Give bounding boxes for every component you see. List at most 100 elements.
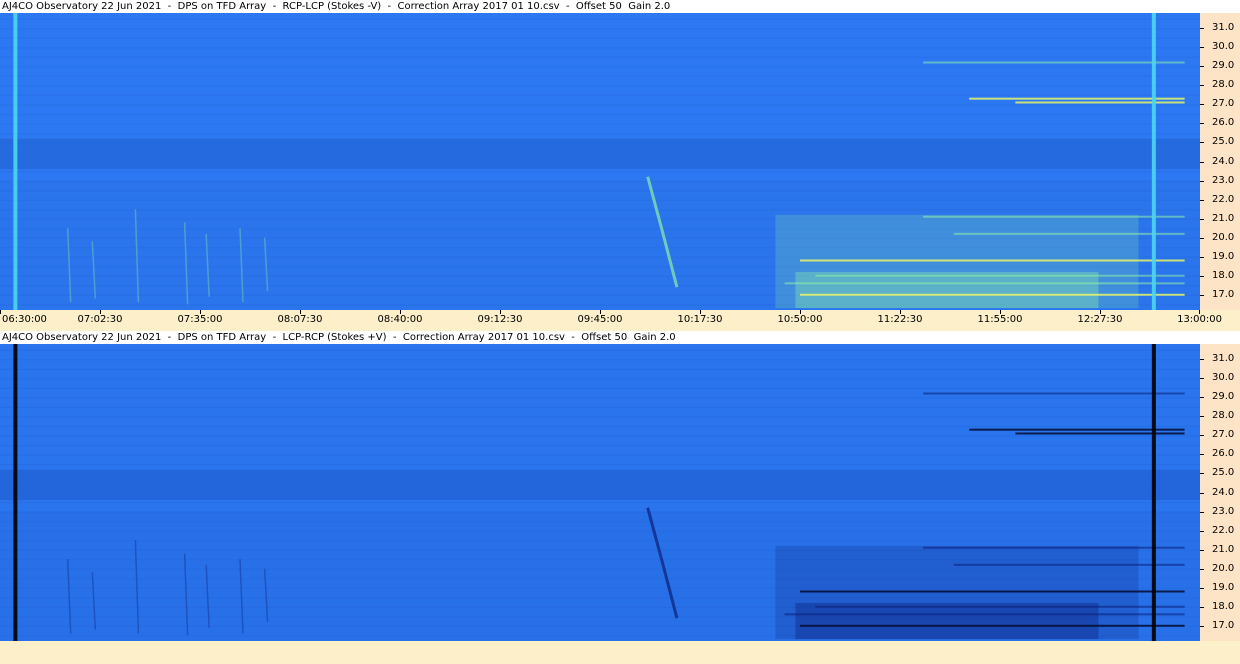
time-tick-label: 06:30:00 xyxy=(2,314,47,325)
frequency-tick-label: 23.0 xyxy=(1212,505,1235,517)
narrowband-line xyxy=(800,259,1185,262)
background-stripe xyxy=(0,463,1200,466)
top-spectrogram-svg xyxy=(0,13,1200,310)
frequency-tick-label: 26.0 xyxy=(1212,448,1235,460)
narrowband-line xyxy=(923,61,1185,64)
frequency-tick xyxy=(1200,199,1204,201)
background-stripe xyxy=(0,113,1200,116)
background-stripe xyxy=(0,425,1200,428)
frequency-tick xyxy=(1200,47,1204,49)
quiet-band xyxy=(0,138,1200,170)
background-stripe xyxy=(0,359,1200,361)
time-tick-label: 08:07:30 xyxy=(277,314,323,325)
vertical-interference-line xyxy=(1151,344,1156,641)
frequency-tick-label: 22.0 xyxy=(1212,524,1235,536)
vertical-interference-line xyxy=(1151,13,1156,310)
frequency-tick xyxy=(1200,275,1204,277)
frequency-tick xyxy=(1200,28,1204,30)
frequency-tick xyxy=(1200,161,1204,163)
narrowband-line xyxy=(953,563,1185,566)
frequency-tick-label: 21.0 xyxy=(1212,543,1235,555)
frequency-tick xyxy=(1200,66,1204,68)
narrowband-line xyxy=(815,274,1185,277)
background-stripe xyxy=(0,104,1200,106)
top-frequency-axis: 31.0 30.0 29.0 28.0 27.0 26.0 25.0 24.0 23.0 22.0… xyxy=(1200,13,1240,310)
bottom-panel-title: AJ4CO Observatory 22 Jun 2021 - DPS on T… xyxy=(0,331,1240,344)
background-stripe xyxy=(0,444,1200,447)
time-tick-label: 07:02:30 xyxy=(77,314,123,325)
narrowband-line xyxy=(815,605,1185,608)
narrowband-line xyxy=(800,590,1185,593)
narrowband-line xyxy=(800,624,1185,627)
time-tick xyxy=(0,310,1,314)
time-axis: 06:30:00 07:02:30 07:35:00 08:07:30 08:40:00… xyxy=(0,310,1240,331)
background-stripe xyxy=(0,416,1200,418)
frequency-tick xyxy=(1200,237,1204,239)
time-tick-label: 10:17:30 xyxy=(677,314,723,325)
frequency-tick xyxy=(1200,123,1204,125)
bottom-spectrogram xyxy=(0,344,1200,641)
frequency-tick xyxy=(1200,218,1204,220)
frequency-tick-label: 25.0 xyxy=(1212,467,1235,479)
frequency-tick xyxy=(1200,104,1204,106)
narrowband-line xyxy=(1015,101,1185,104)
frequency-tick-label: 27.0 xyxy=(1212,98,1235,110)
frequency-tick xyxy=(1200,180,1204,182)
frequency-tick-label: 19.0 xyxy=(1212,250,1235,262)
frequency-tick xyxy=(1200,435,1204,437)
frequency-tick xyxy=(1200,625,1204,627)
frequency-tick xyxy=(1200,397,1204,399)
frequency-tick-label: 29.0 xyxy=(1212,391,1235,403)
frequency-tick-label: 25.0 xyxy=(1212,136,1235,148)
vertical-interference-line xyxy=(13,13,18,310)
frequency-tick xyxy=(1200,359,1204,361)
background-stripe xyxy=(0,132,1200,135)
frequency-tick-label: 23.0 xyxy=(1212,174,1235,186)
frequency-tick-label: 24.0 xyxy=(1212,155,1235,167)
narrowband-line xyxy=(923,215,1185,218)
frequency-tick xyxy=(1200,85,1204,87)
frequency-tick-label: 30.0 xyxy=(1212,41,1235,53)
frequency-tick xyxy=(1200,294,1204,296)
time-tick-label: 10:50:00 xyxy=(777,314,823,325)
frequency-tick xyxy=(1200,492,1204,494)
narrowband-line xyxy=(800,293,1185,296)
background-stripe xyxy=(0,28,1200,30)
frequency-tick-label: 28.0 xyxy=(1212,410,1235,422)
frequency-tick xyxy=(1200,416,1204,418)
frequency-tick-label: 24.0 xyxy=(1212,486,1235,498)
quiet-band xyxy=(0,469,1200,501)
frequency-tick-label: 28.0 xyxy=(1212,79,1235,91)
background-stripe xyxy=(0,56,1200,58)
narrowband-line xyxy=(1015,432,1185,435)
background-stripe xyxy=(0,85,1200,87)
frequency-tick xyxy=(1200,587,1204,589)
frequency-tick xyxy=(1200,454,1204,456)
frequency-tick xyxy=(1200,473,1204,475)
time-tick-label: 11:22:30 xyxy=(877,314,923,325)
frequency-tick-label: 17.0 xyxy=(1212,619,1235,631)
narrowband-line xyxy=(784,613,1185,616)
time-tick-label: 11:55:00 xyxy=(977,314,1023,325)
background-stripe xyxy=(0,47,1200,49)
time-tick-label: 13:00:00 xyxy=(1177,314,1222,325)
time-tick-label: 09:12:30 xyxy=(477,314,523,325)
frequency-tick xyxy=(1200,568,1204,570)
top-spectrogram xyxy=(0,13,1200,310)
background-stripe xyxy=(0,37,1200,39)
background-stripe xyxy=(0,94,1200,97)
top-panel-title: AJ4CO Observatory 22 Jun 2021 - DPS on T… xyxy=(0,0,1240,13)
bottom-frequency-axis: 31.0 30.0 29.0 28.0 27.0 26.0 25.0 24.0 23.0 22.0… xyxy=(1200,344,1240,641)
background-stripe xyxy=(0,349,1200,351)
narrowband-line xyxy=(923,392,1185,395)
background-stripe xyxy=(0,502,1200,504)
vertical-interference-line xyxy=(13,344,18,641)
frequency-tick xyxy=(1200,378,1204,380)
background-stripe xyxy=(0,75,1200,78)
background-stripe xyxy=(0,378,1200,380)
background-stripe xyxy=(0,397,1200,399)
frequency-tick-label: 31.0 xyxy=(1212,22,1235,34)
narrowband-line xyxy=(953,232,1185,235)
background-stripe xyxy=(0,435,1200,437)
background-stripe xyxy=(0,387,1200,389)
